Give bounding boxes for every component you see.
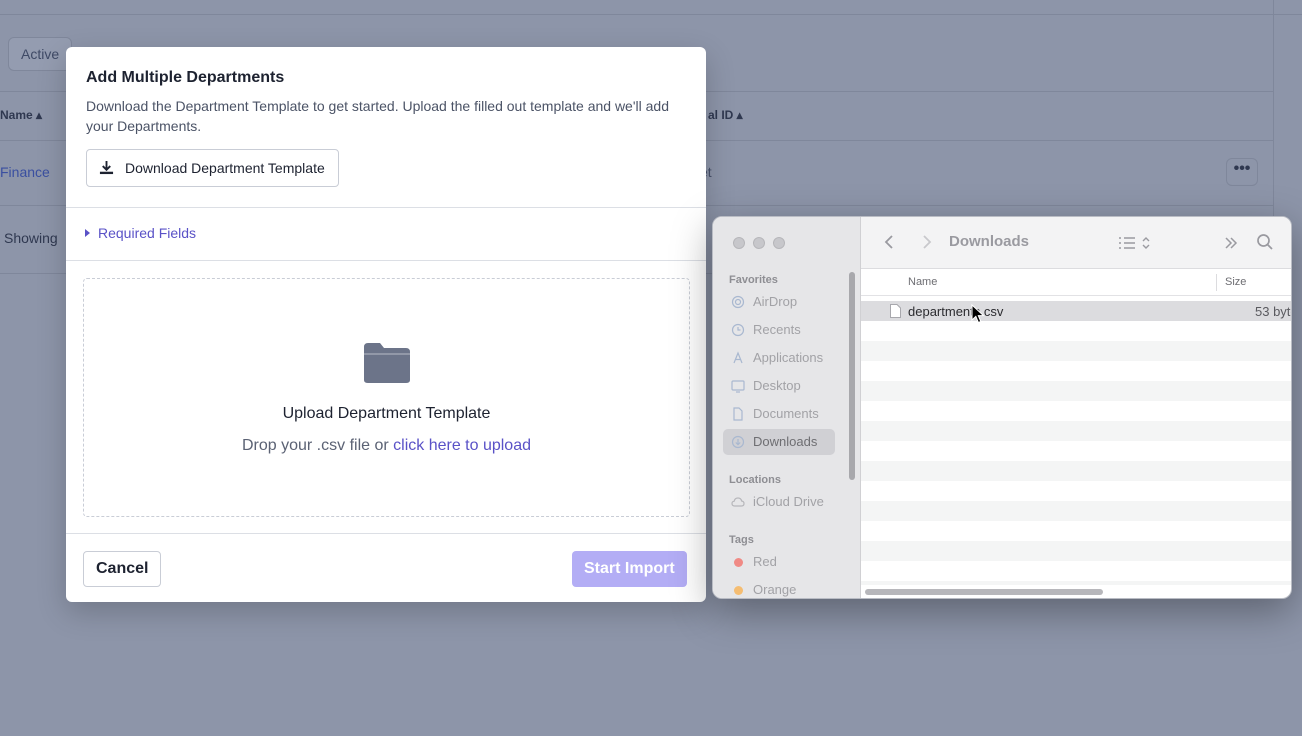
back-icon[interactable] — [881, 233, 899, 251]
tag-color-dot — [734, 586, 743, 595]
sidebar-item-label: Recents — [753, 322, 801, 337]
file-row-departments-csv[interactable]: departments.csv 53 bytes — [861, 301, 1291, 321]
more-actions-button[interactable]: ••• — [1226, 158, 1258, 186]
sidebar-item-airdrop[interactable]: AirDrop — [723, 289, 835, 315]
list-row-empty — [861, 341, 1291, 361]
file-size: 53 bytes — [1255, 304, 1291, 319]
file-list: departments.csv 53 bytes — [861, 301, 1291, 585]
sidebar-item-label: Red — [753, 554, 777, 569]
add-departments-modal: Add Multiple Departments Download the De… — [66, 47, 706, 602]
favorites-heading: Favorites — [729, 274, 778, 286]
tab-active[interactable]: Active — [8, 37, 73, 71]
divider — [66, 533, 706, 534]
download-circle-icon — [731, 435, 745, 449]
list-row-empty — [861, 461, 1291, 481]
sidebar-item-icloud-drive[interactable]: iCloud Drive — [723, 489, 835, 515]
horizontal-scrollbar[interactable] — [865, 589, 1103, 595]
modal-title: Add Multiple Departments — [86, 69, 285, 86]
list-row-empty — [861, 501, 1291, 521]
file-list-header: Name Size — [861, 269, 1291, 296]
finder-sidebar: Favorites AirDrop Recents Applications D… — [713, 217, 861, 598]
pagination-summary: Showing — [4, 230, 58, 246]
clock-icon — [731, 323, 745, 337]
search-icon[interactable] — [1256, 233, 1274, 251]
tags-heading: Tags — [729, 534, 754, 546]
download-template-button[interactable]: Download Department Template — [86, 149, 339, 187]
airdrop-icon — [731, 295, 745, 309]
list-row-empty — [861, 321, 1291, 341]
applications-icon — [733, 351, 743, 364]
sidebar-item-applications[interactable]: Applications — [723, 345, 835, 371]
sidebar-item-recents[interactable]: Recents — [723, 317, 835, 343]
list-row-empty — [861, 421, 1291, 441]
close-window-button[interactable] — [733, 237, 745, 249]
file-name: departments.csv — [908, 304, 1004, 319]
column-separator — [1216, 274, 1217, 291]
download-icon — [99, 160, 114, 175]
sidebar-item-tag-orange[interactable]: Orange — [723, 577, 835, 598]
column-header-name[interactable]: Name ▴ — [0, 108, 42, 122]
sidebar-item-label: Orange — [753, 582, 797, 597]
caret-right-icon — [85, 229, 90, 237]
sidebar-item-label: AirDrop — [753, 294, 798, 309]
sidebar-item-label: Downloads — [753, 434, 818, 449]
column-header-size[interactable]: Size — [1225, 276, 1246, 288]
file-icon — [890, 304, 901, 318]
download-template-label: Download Department Template — [125, 160, 325, 176]
column-header-name[interactable]: Name — [908, 276, 937, 288]
divider — [0, 14, 1302, 15]
modal-description: Download the Department Template to get … — [86, 98, 669, 134]
cloud-icon — [731, 497, 745, 507]
sidebar-item-downloads[interactable]: Downloads — [723, 429, 835, 455]
sidebar-item-label: iCloud Drive — [753, 494, 824, 509]
upload-instructions: Drop your .csv file or click here to upl… — [84, 437, 689, 455]
upload-title: Upload Department Template — [282, 405, 491, 422]
upload-dropzone[interactable]: Upload Department Template Drop your .cs… — [83, 278, 690, 517]
mouse-cursor-icon — [971, 304, 985, 324]
zoom-window-button[interactable] — [773, 237, 785, 249]
required-fields-label: Required Fields — [98, 225, 197, 241]
column-header-id[interactable]: al ID ▴ — [708, 108, 743, 122]
sidebar-item-label: Desktop — [753, 378, 801, 393]
finder-toolbar: Downloads — [861, 217, 1291, 269]
sidebar-item-documents[interactable]: Documents — [723, 401, 835, 427]
sidebar-item-desktop[interactable]: Desktop — [723, 373, 835, 399]
start-import-button[interactable]: Start Import — [572, 551, 687, 587]
forward-icon[interactable] — [917, 233, 935, 251]
sidebar-item-tag-red[interactable]: Red — [723, 549, 835, 575]
list-row-empty — [861, 541, 1291, 561]
department-link[interactable]: Finance — [0, 164, 50, 180]
sidebar-item-label: Documents — [753, 406, 819, 421]
finder-title: Downloads — [949, 233, 1030, 250]
list-row-empty — [861, 381, 1291, 401]
finder-window: Favorites AirDrop Recents Applications D… — [712, 216, 1292, 599]
tag-color-dot — [734, 558, 743, 567]
chevron-double-right-icon[interactable] — [1223, 234, 1239, 252]
sidebar-scrollbar[interactable] — [849, 272, 855, 480]
divider — [66, 207, 706, 208]
upload-instructions-text: Drop your .csv file or — [241, 437, 394, 454]
list-view-icon[interactable] — [1117, 234, 1155, 252]
divider — [66, 260, 706, 261]
list-row-empty — [861, 581, 1291, 585]
desktop-icon — [731, 380, 745, 393]
minimize-window-button[interactable] — [753, 237, 765, 249]
cancel-button[interactable]: Cancel — [83, 551, 162, 587]
folder-icon — [364, 343, 410, 383]
required-fields-toggle[interactable]: Required Fields — [85, 225, 196, 241]
sidebar-item-label: Applications — [753, 350, 824, 365]
upload-link[interactable]: click here to upload — [393, 437, 531, 454]
document-icon — [733, 407, 743, 421]
locations-heading: Locations — [729, 474, 781, 486]
